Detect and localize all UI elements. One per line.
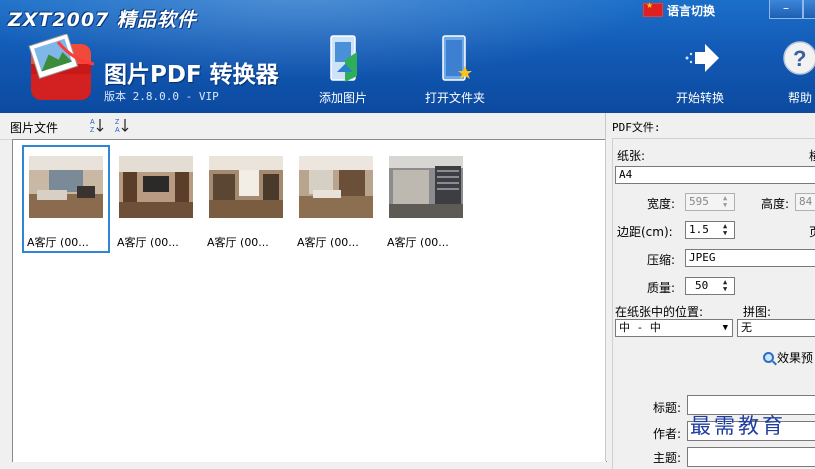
preview-label: 效果预 (777, 351, 814, 365)
height-input[interactable]: 84 (795, 193, 815, 211)
china-flag-icon (643, 1, 663, 17)
quality-input[interactable]: 50 ▲ ▼ (685, 277, 735, 295)
image-caption: A客厅 (00... (387, 236, 449, 249)
language-switch-button[interactable]: 语言切换 (643, 1, 716, 18)
image-thumbnail (29, 156, 103, 218)
chevron-down-icon: ▼ (722, 323, 728, 333)
width-value: 595 (689, 195, 709, 208)
margin-input[interactable]: 1.5 ▲ ▼ (685, 221, 735, 239)
image-thumbnail (299, 156, 373, 218)
add-image-icon (330, 35, 357, 82)
open-folder-label: 打开文件夹 (424, 91, 485, 105)
subject-input[interactable] (687, 447, 815, 467)
app-header: ZXT2007 精品软件 图片PDF 转换器 版本 2.8.0.0 - VIP … (0, 0, 815, 113)
quality-label: 质量: (647, 281, 676, 295)
start-convert-label: 开始转换 (675, 91, 724, 105)
image-item[interactable]: A客厅 (00... (113, 146, 199, 252)
height-label: 高度: (761, 197, 790, 211)
position-label: 在纸张中的位置: (615, 305, 704, 319)
app-title: 图片PDF 转换器 (104, 62, 279, 88)
image-thumbnail (209, 156, 283, 218)
image-item[interactable]: A客厅 (00... (203, 146, 289, 252)
compression-select[interactable]: JPEG (685, 249, 815, 267)
subject-label: 主题: (653, 451, 682, 465)
margin-value: 1.5 (689, 223, 709, 236)
help-icon: ? (783, 41, 815, 75)
svg-text:Z: Z (115, 119, 120, 126)
image-item[interactable]: A客厅 (00... (383, 146, 469, 252)
margin-label: 边距(cm): (617, 225, 673, 239)
quality-spinner-icon[interactable]: ▲ ▼ (723, 279, 732, 293)
svg-text:Z: Z (90, 127, 95, 133)
position-value: 中 - 中 (619, 321, 661, 334)
image-caption: A客厅 (00... (207, 236, 269, 249)
close-button[interactable] (803, 0, 815, 19)
paper-label: 纸张: (617, 149, 646, 163)
image-caption: A客厅 (00... (27, 236, 89, 249)
sort-descending-icon[interactable]: Z A (115, 117, 129, 133)
width-input[interactable]: 595 ▲ ▼ (685, 193, 735, 211)
start-convert-button[interactable]: 开始转换 (655, 32, 745, 108)
sort-ascending-icon[interactable]: A Z (90, 117, 104, 133)
add-image-label: 添加图片 (318, 91, 367, 105)
paper-size-select[interactable]: A4 (615, 166, 815, 184)
collage-label: 拼图: (743, 305, 772, 319)
image-list-toolbar: 图片文件 A Z Z A (0, 113, 605, 140)
collage-select[interactable]: 无 (737, 319, 815, 337)
image-caption: A客厅 (00... (117, 236, 179, 249)
magnifier-icon (763, 352, 774, 363)
svg-text:?: ? (793, 46, 806, 71)
open-folder-icon (442, 35, 472, 81)
pdf-settings-panel: PDF文件: 纸张: 横 A4 宽度: 595 ▲▼ 高度: 84 边距(cm)… (605, 113, 815, 469)
brand-title: ZXT2007 精品软件 (8, 9, 197, 31)
page-label: 页 (809, 223, 815, 240)
position-select[interactable]: 中 - 中 ▼ (615, 319, 733, 337)
help-label: 帮助 (787, 91, 812, 105)
quality-value: 50 (695, 279, 709, 292)
image-files-label: 图片文件 (10, 121, 59, 135)
svg-text:A: A (115, 127, 120, 133)
margin-spinner-icon[interactable]: ▲ ▼ (723, 223, 732, 237)
language-label: 语言切换 (667, 3, 716, 18)
preview-button[interactable]: 效果预 (763, 349, 813, 366)
width-label: 宽度: (647, 197, 676, 211)
image-thumbnail (119, 156, 193, 218)
image-caption: A客厅 (00... (297, 236, 359, 249)
image-item[interactable]: A客厅 (00... (22, 145, 110, 253)
orientation-label: 横 (809, 147, 815, 164)
app-version: 版本 2.8.0.0 - VIP (104, 90, 219, 103)
image-item[interactable]: A客厅 (00... (293, 146, 379, 252)
pdf-file-label: PDF文件: (612, 121, 661, 134)
app-logo-icon (28, 33, 98, 104)
image-thumbnail (389, 156, 463, 218)
open-folder-button[interactable]: 打开文件夹 (410, 32, 500, 108)
help-button[interactable]: ? 帮助 (760, 32, 815, 108)
width-spinner-icon[interactable]: ▲ ▼ (723, 195, 732, 209)
svg-text:A: A (90, 119, 95, 126)
add-image-button[interactable]: 添加图片 (298, 32, 388, 108)
minimize-button[interactable]: – (769, 0, 803, 19)
compress-label: 压缩: (647, 253, 676, 267)
watermark-text: 最需教育 (690, 414, 786, 438)
image-list[interactable]: A客厅 (00... A客厅 (00... A客厅 (00... A客厅 (00… (12, 139, 607, 462)
convert-arrow-icon (685, 44, 719, 72)
doc-title-label: 标题: (653, 401, 682, 415)
author-label: 作者: (653, 427, 682, 441)
